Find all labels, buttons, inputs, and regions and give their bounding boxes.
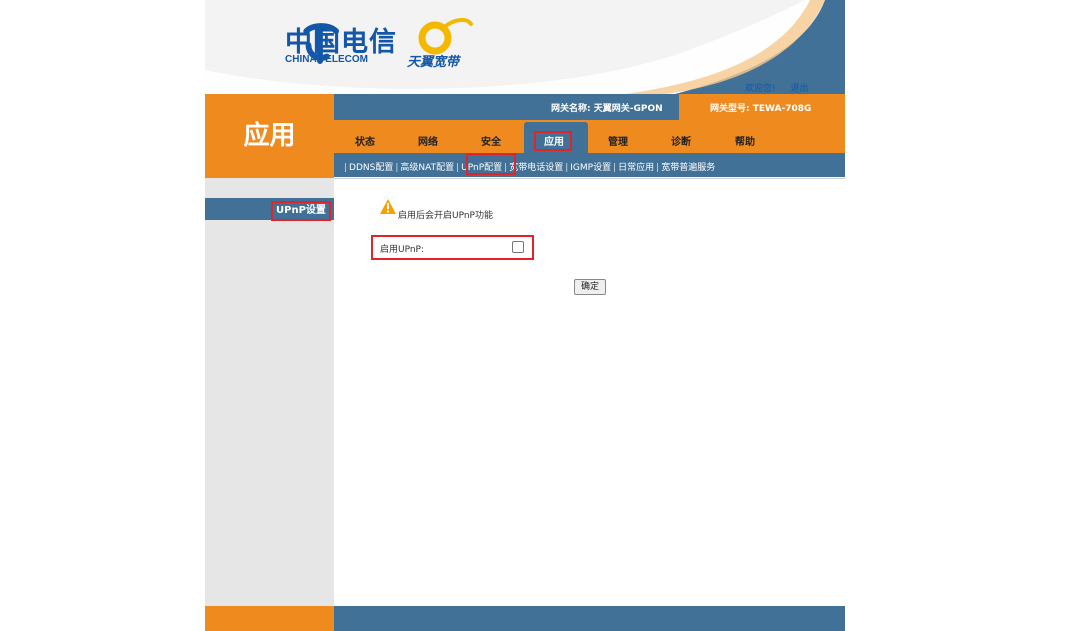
sidebar-item-upnp-label[interactable]: UPnP设置 [271, 201, 331, 221]
tab-management[interactable]: 管理 [608, 133, 628, 148]
upnp-enable-checkbox[interactable] [512, 241, 524, 253]
header-links: 欢迎您! 退出 [745, 81, 821, 94]
warning-icon [380, 199, 396, 214]
footer-right [334, 606, 845, 631]
subnav-upnp-highlight [466, 153, 516, 175]
subnav-voip[interactable]: 宽带电话设置 [509, 163, 563, 173]
footer-left [205, 606, 334, 631]
section-title: 应用 [243, 121, 296, 151]
warning-text: 启用后会开启UPnP功能 [398, 211, 493, 221]
subnav-universal-service[interactable]: 宽带普遍服务 [661, 163, 715, 173]
header: 中国电信 CHINA TELECOM 天翼宽带 欢迎您! 退出 [205, 0, 845, 94]
brand-text: 天翼宽带 [407, 55, 460, 70]
gateway-model: 网关型号: TEWA-708G [710, 104, 812, 114]
tab-help[interactable]: 帮助 [735, 133, 755, 148]
subnav-advanced-nat[interactable]: 高级NAT配置 [400, 163, 454, 173]
tab-status[interactable]: 状态 [355, 133, 375, 148]
main-tabs [334, 120, 845, 153]
tab-diagnostics[interactable]: 诊断 [671, 133, 691, 148]
tab-application-highlight [534, 131, 572, 151]
sub-nav: | DDNS配置 | 高级NAT配置 | UPnP配置 | 宽带电话设置 | IGMP设置 | 日常应… [344, 163, 716, 173]
subnav-daily-apps[interactable]: 日常应用 [618, 163, 654, 173]
gateway-name: 网关名称: 天翼网关-GPON [551, 104, 663, 114]
tab-network[interactable]: 网络 [418, 133, 438, 148]
subnav-ddns[interactable]: DDNS配置 [349, 163, 393, 173]
upnp-enable-label: 启用UPnP: [380, 245, 425, 255]
ok-button[interactable]: 确定 [574, 279, 606, 295]
sidebar [205, 178, 334, 606]
router-admin-page: 中国电信 CHINA TELECOM 天翼宽带 欢迎您! 退出 应用 UPnP设… [205, 0, 845, 631]
subnav-igmp[interactable]: IGMP设置 [570, 163, 611, 173]
logo-en-text: CHINA TELECOM [285, 54, 368, 65]
welcome-link[interactable]: 欢迎您! [745, 84, 776, 94]
logout-link[interactable]: 退出 [790, 84, 808, 94]
tab-security[interactable]: 安全 [481, 133, 501, 148]
